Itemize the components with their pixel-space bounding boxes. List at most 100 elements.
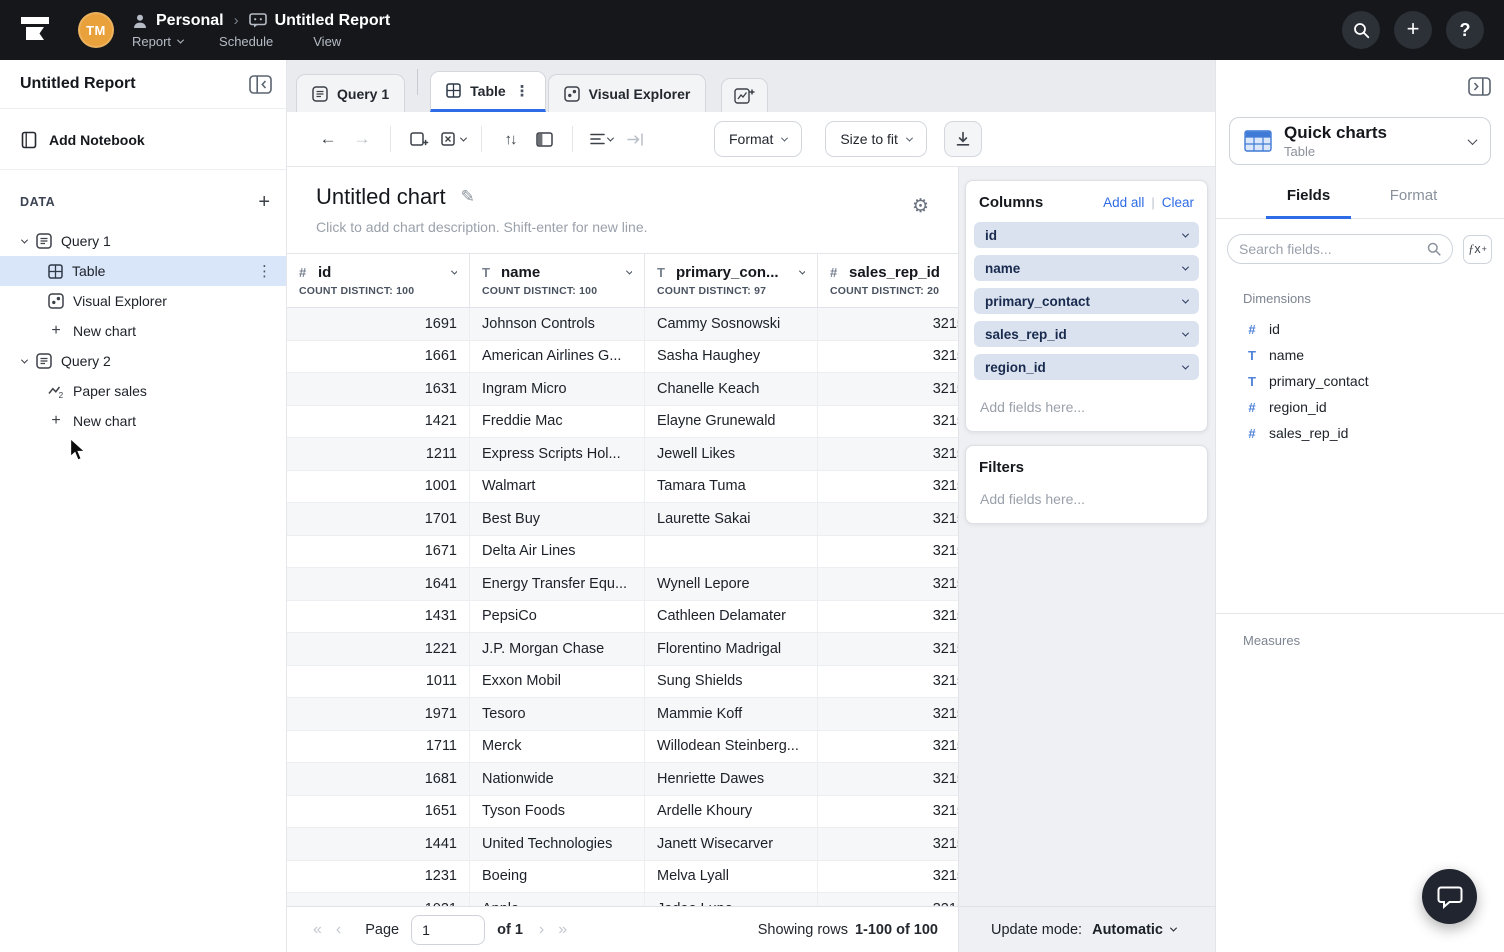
table-cell[interactable]: 1661	[287, 341, 470, 373]
download-button[interactable]	[944, 121, 982, 157]
table-cell[interactable]: Laurette Sakai	[645, 503, 818, 535]
column-pill-region_id[interactable]: region_id	[974, 354, 1199, 380]
add-notebook-button[interactable]: Add Notebook	[0, 109, 286, 149]
sidebar-group-query2[interactable]: Query 2	[0, 346, 286, 376]
first-page-button[interactable]: «	[313, 921, 322, 939]
chevron-down-icon[interactable]	[1182, 329, 1189, 336]
table-cell[interactable]: 1021	[287, 893, 470, 906]
table-cell[interactable]: Wynell Lepore	[645, 568, 818, 600]
table-cell[interactable]: J.P. Morgan Chase	[470, 633, 645, 665]
table-cell[interactable]: 1011	[287, 666, 470, 698]
table-cell[interactable]: Willodean Steinberg...	[645, 731, 818, 763]
table-cell[interactable]: 3215	[818, 406, 978, 438]
table-cell[interactable]: 3215	[818, 763, 978, 795]
chevron-down-icon[interactable]	[1182, 230, 1189, 237]
app-logo[interactable]	[18, 14, 52, 46]
sidebar-item-new-chart-1[interactable]: + New chart	[0, 316, 286, 346]
report-title[interactable]: Untitled Report	[275, 12, 391, 30]
chevron-down-icon[interactable]	[1182, 263, 1189, 270]
table-cell[interactable]	[645, 536, 818, 568]
column-pill-name[interactable]: name	[974, 255, 1199, 281]
table-cell[interactable]: Johnson Controls	[470, 308, 645, 340]
add-calculated-field-button[interactable]: ƒx+	[1463, 235, 1492, 264]
field-item-primary_contact[interactable]: Tprimary_contact	[1216, 368, 1504, 394]
table-cell[interactable]: Express Scripts Hol...	[470, 438, 645, 470]
add-field-button[interactable]	[402, 122, 436, 156]
view-menu[interactable]: View	[313, 34, 341, 49]
chevron-down-icon[interactable]	[451, 268, 457, 275]
table-cell[interactable]: American Airlines G...	[470, 341, 645, 373]
search-button[interactable]	[1342, 11, 1380, 49]
table-cell[interactable]: 1221	[287, 633, 470, 665]
table-cell[interactable]: 1691	[287, 308, 470, 340]
table-cell[interactable]: United Technologies	[470, 828, 645, 860]
table-cell[interactable]: PepsiCo	[470, 601, 645, 633]
table-cell[interactable]: 3215	[818, 438, 978, 470]
table-cell[interactable]: Melva Lyall	[645, 861, 818, 893]
chevron-down-icon[interactable]	[21, 236, 28, 243]
gear-icon[interactable]: ⚙	[912, 195, 929, 218]
support-chat-button[interactable]	[1422, 869, 1477, 924]
alignment-button[interactable]	[584, 122, 618, 156]
expand-panel-button[interactable]	[1468, 77, 1491, 101]
table-cell[interactable]: 1211	[287, 438, 470, 470]
table-cell[interactable]: 1421	[287, 406, 470, 438]
column-pill-id[interactable]: id	[974, 222, 1199, 248]
table-cell[interactable]: Ardelle Khoury	[645, 796, 818, 828]
tab-query-1[interactable]: Query 1	[296, 74, 405, 112]
collapse-sidebar-button[interactable]	[249, 75, 272, 94]
table-cell[interactable]: Nationwide	[470, 763, 645, 795]
redo-button[interactable]: →	[345, 122, 379, 156]
table-cell[interactable]: 3215	[818, 341, 978, 373]
table-cell[interactable]: Best Buy	[470, 503, 645, 535]
table-cell[interactable]: 3215	[818, 568, 978, 600]
table-cell[interactable]: Jewell Likes	[645, 438, 818, 470]
table-cell[interactable]: Apple	[470, 893, 645, 906]
tab-format[interactable]: Format	[1371, 187, 1456, 218]
edit-title-icon[interactable]: ✎	[461, 187, 475, 207]
help-button[interactable]: ?	[1446, 11, 1484, 49]
column-header-name[interactable]: Tname COUNT DISTINCT: 100	[470, 254, 645, 307]
page-number-input[interactable]	[411, 915, 485, 945]
chevron-down-icon[interactable]	[1182, 296, 1189, 303]
table-cell[interactable]: Elayne Grunewald	[645, 406, 818, 438]
table-cell[interactable]: 3215	[818, 698, 978, 730]
table-cell[interactable]: Tyson Foods	[470, 796, 645, 828]
clip-text-button[interactable]	[618, 122, 652, 156]
table-cell[interactable]: Florentino Madrigal	[645, 633, 818, 665]
sidebar-item-visual-explorer[interactable]: Visual Explorer	[0, 286, 286, 316]
update-mode-select[interactable]: Automatic	[1092, 922, 1176, 938]
size-to-fit-button[interactable]: Size to fit	[825, 121, 927, 157]
table-cell[interactable]: Delta Air Lines	[470, 536, 645, 568]
table-cell[interactable]: 3215	[818, 601, 978, 633]
table-cell[interactable]: 3215	[818, 828, 978, 860]
table-cell[interactable]: Sasha Haughey	[645, 341, 818, 373]
table-cell[interactable]: 3215	[818, 731, 978, 763]
table-cell[interactable]: 1001	[287, 471, 470, 503]
clear-link[interactable]: Clear	[1162, 195, 1194, 210]
add-data-button[interactable]: +	[258, 192, 270, 212]
table-cell[interactable]: Tesoro	[470, 698, 645, 730]
kebab-menu-icon[interactable]: ⋮	[515, 82, 530, 100]
add-all-link[interactable]: Add all	[1103, 195, 1144, 210]
kebab-menu-icon[interactable]: ⋮	[257, 262, 272, 280]
chevron-down-icon[interactable]	[1182, 362, 1189, 369]
field-item-name[interactable]: Tname	[1216, 342, 1504, 368]
table-cell[interactable]: Energy Transfer Equ...	[470, 568, 645, 600]
next-page-button[interactable]: ›	[539, 921, 544, 939]
table-cell[interactable]: 3215	[818, 796, 978, 828]
remove-field-button[interactable]	[436, 122, 470, 156]
sidebar-item-paper-sales[interactable]: 2 Paper sales	[0, 376, 286, 406]
quick-charts-selector[interactable]: Quick charts Table	[1229, 117, 1491, 165]
table-cell[interactable]: 1631	[287, 373, 470, 405]
field-item-id[interactable]: #id	[1216, 316, 1504, 342]
table-cell[interactable]: Janett Wisecarver	[645, 828, 818, 860]
avatar[interactable]: TM	[78, 12, 114, 48]
table-cell[interactable]: 3215	[818, 536, 978, 568]
table-cell[interactable]: 3215	[818, 503, 978, 535]
new-chart-tab-button[interactable]	[721, 78, 768, 112]
field-item-sales_rep_id[interactable]: #sales_rep_id	[1216, 420, 1504, 446]
table-cell[interactable]: 3215	[818, 373, 978, 405]
workspace-name[interactable]: Personal	[156, 12, 224, 30]
table-cell[interactable]: Chanelle Keach	[645, 373, 818, 405]
